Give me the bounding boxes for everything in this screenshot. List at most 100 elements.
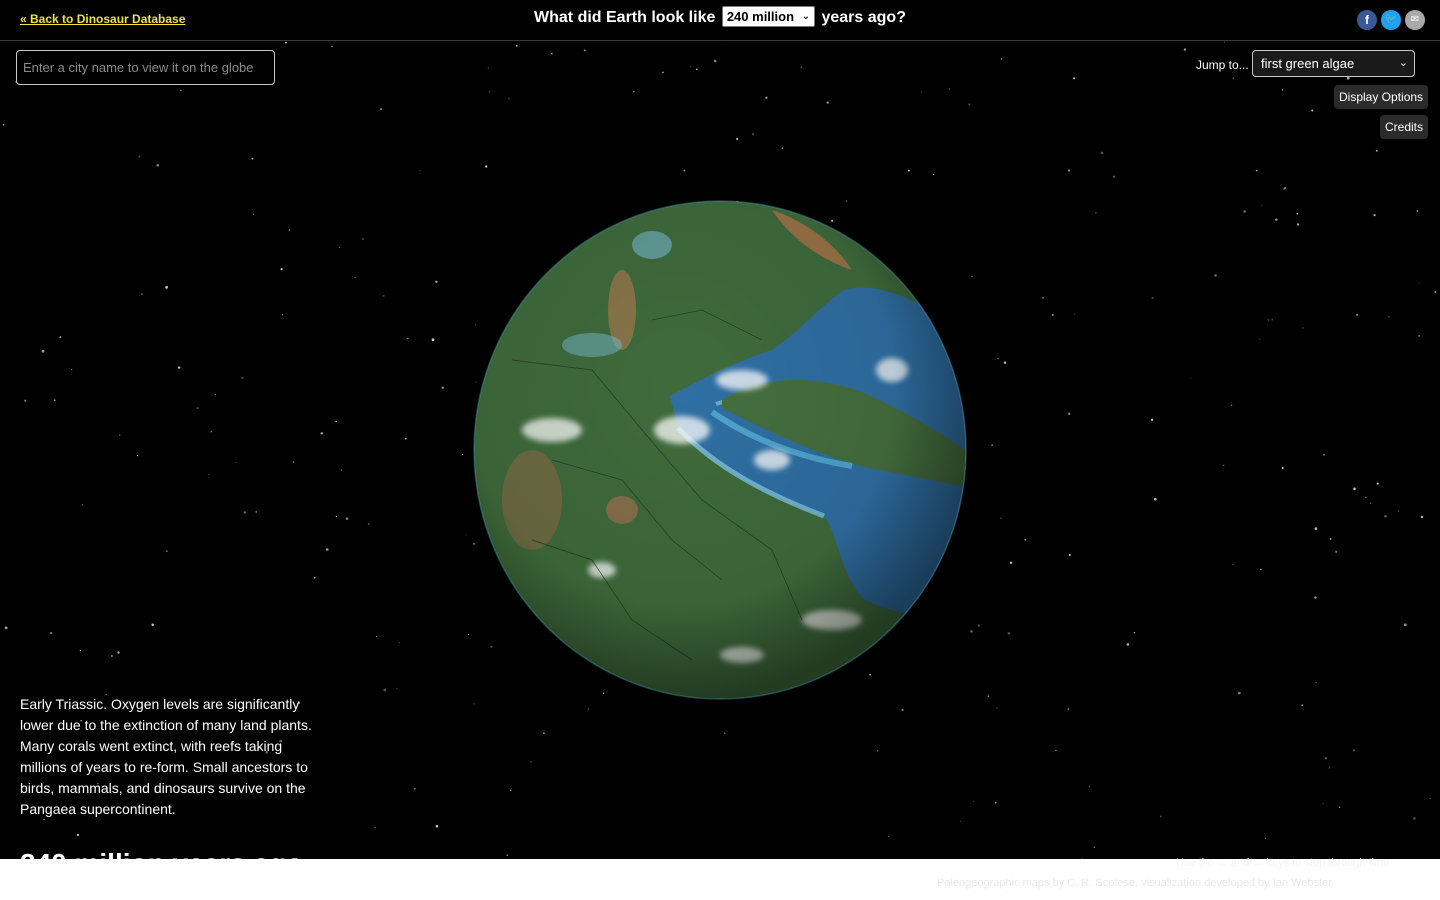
star	[335, 420, 337, 423]
star	[59, 336, 62, 339]
star	[1301, 704, 1303, 706]
star	[1296, 212, 1299, 215]
star	[1232, 564, 1234, 566]
star	[1112, 175, 1116, 178]
display-options-button[interactable]: Display Options	[1334, 85, 1429, 109]
star	[81, 504, 83, 506]
star	[1322, 453, 1325, 456]
star	[997, 357, 1000, 360]
credits-button[interactable]: Credits	[1380, 115, 1429, 139]
star	[136, 454, 139, 457]
earth-globe[interactable]	[472, 200, 968, 700]
star	[1007, 632, 1010, 635]
twitter-icon[interactable]: 🐦	[1381, 10, 1401, 30]
star	[241, 376, 244, 379]
star	[396, 687, 398, 689]
star	[1365, 496, 1367, 498]
star	[991, 444, 994, 447]
star	[907, 169, 910, 172]
era-description: Early Triassic. Oxygen levels are signif…	[20, 696, 312, 817]
star	[255, 511, 257, 513]
star	[252, 213, 255, 216]
star	[724, 732, 726, 735]
star	[398, 642, 400, 644]
star	[1003, 361, 1007, 364]
star	[314, 577, 316, 579]
keyboard-hint: Use the ← and → keys to step through tim…	[1176, 857, 1390, 869]
star	[1284, 187, 1286, 189]
star	[487, 67, 490, 69]
star	[1281, 89, 1284, 91]
star	[341, 469, 343, 471]
star	[1352, 749, 1356, 752]
star	[1223, 41, 1225, 43]
star	[1093, 846, 1096, 849]
star	[320, 432, 323, 435]
star	[243, 511, 246, 514]
attribution-text: Paleogeographic maps by C. R. Scotese, v…	[937, 877, 1332, 889]
star	[1259, 568, 1262, 571]
star	[119, 434, 121, 436]
star	[376, 636, 378, 637]
star	[1329, 538, 1332, 540]
star	[662, 71, 664, 74]
star	[485, 165, 488, 168]
star	[1346, 76, 1350, 80]
period-select-value: 240 million	[726, 9, 795, 24]
star	[1067, 412, 1071, 416]
star	[932, 173, 935, 176]
star	[994, 801, 997, 804]
star	[1267, 319, 1269, 321]
star	[1238, 691, 1241, 695]
star	[1376, 482, 1379, 485]
star	[280, 268, 283, 271]
star	[166, 550, 168, 552]
star	[1356, 313, 1359, 316]
period-select[interactable]: 240 million ⌄	[721, 6, 816, 27]
star	[1324, 757, 1327, 760]
star	[196, 406, 199, 410]
star	[1067, 708, 1070, 710]
star	[1418, 335, 1420, 337]
star	[151, 623, 154, 627]
star	[441, 386, 444, 389]
star	[282, 314, 284, 316]
star	[404, 437, 407, 440]
star	[138, 155, 141, 158]
star	[506, 854, 509, 857]
star	[177, 366, 181, 369]
star	[1413, 817, 1416, 820]
star	[1264, 837, 1267, 840]
star	[1281, 466, 1284, 470]
star	[543, 732, 545, 734]
email-icon[interactable]: ✉	[1405, 10, 1425, 30]
star	[435, 280, 438, 284]
star	[362, 238, 364, 240]
star	[1232, 77, 1235, 80]
star	[1088, 785, 1090, 787]
city-search-input[interactable]	[16, 50, 275, 85]
star	[752, 133, 754, 135]
star	[1370, 502, 1372, 504]
star	[736, 137, 739, 141]
star	[473, 703, 475, 705]
star	[968, 103, 971, 106]
title-prefix: What did Earth look like	[534, 9, 716, 27]
star	[1373, 214, 1376, 217]
star	[1153, 497, 1157, 501]
star	[1388, 316, 1390, 318]
jump-to-label: Jump to...	[1196, 58, 1249, 72]
star	[1159, 815, 1162, 818]
star	[1296, 223, 1300, 226]
star	[24, 399, 27, 402]
star	[696, 68, 698, 71]
jump-to-select[interactable]: first green algae ⌄	[1252, 50, 1415, 77]
facebook-icon[interactable]: f	[1357, 10, 1377, 30]
star	[509, 789, 512, 792]
star	[515, 44, 518, 47]
star	[1055, 749, 1057, 751]
title-suffix: years ago?	[821, 9, 906, 27]
star	[1133, 632, 1136, 634]
star	[4, 626, 8, 630]
star	[141, 293, 143, 295]
